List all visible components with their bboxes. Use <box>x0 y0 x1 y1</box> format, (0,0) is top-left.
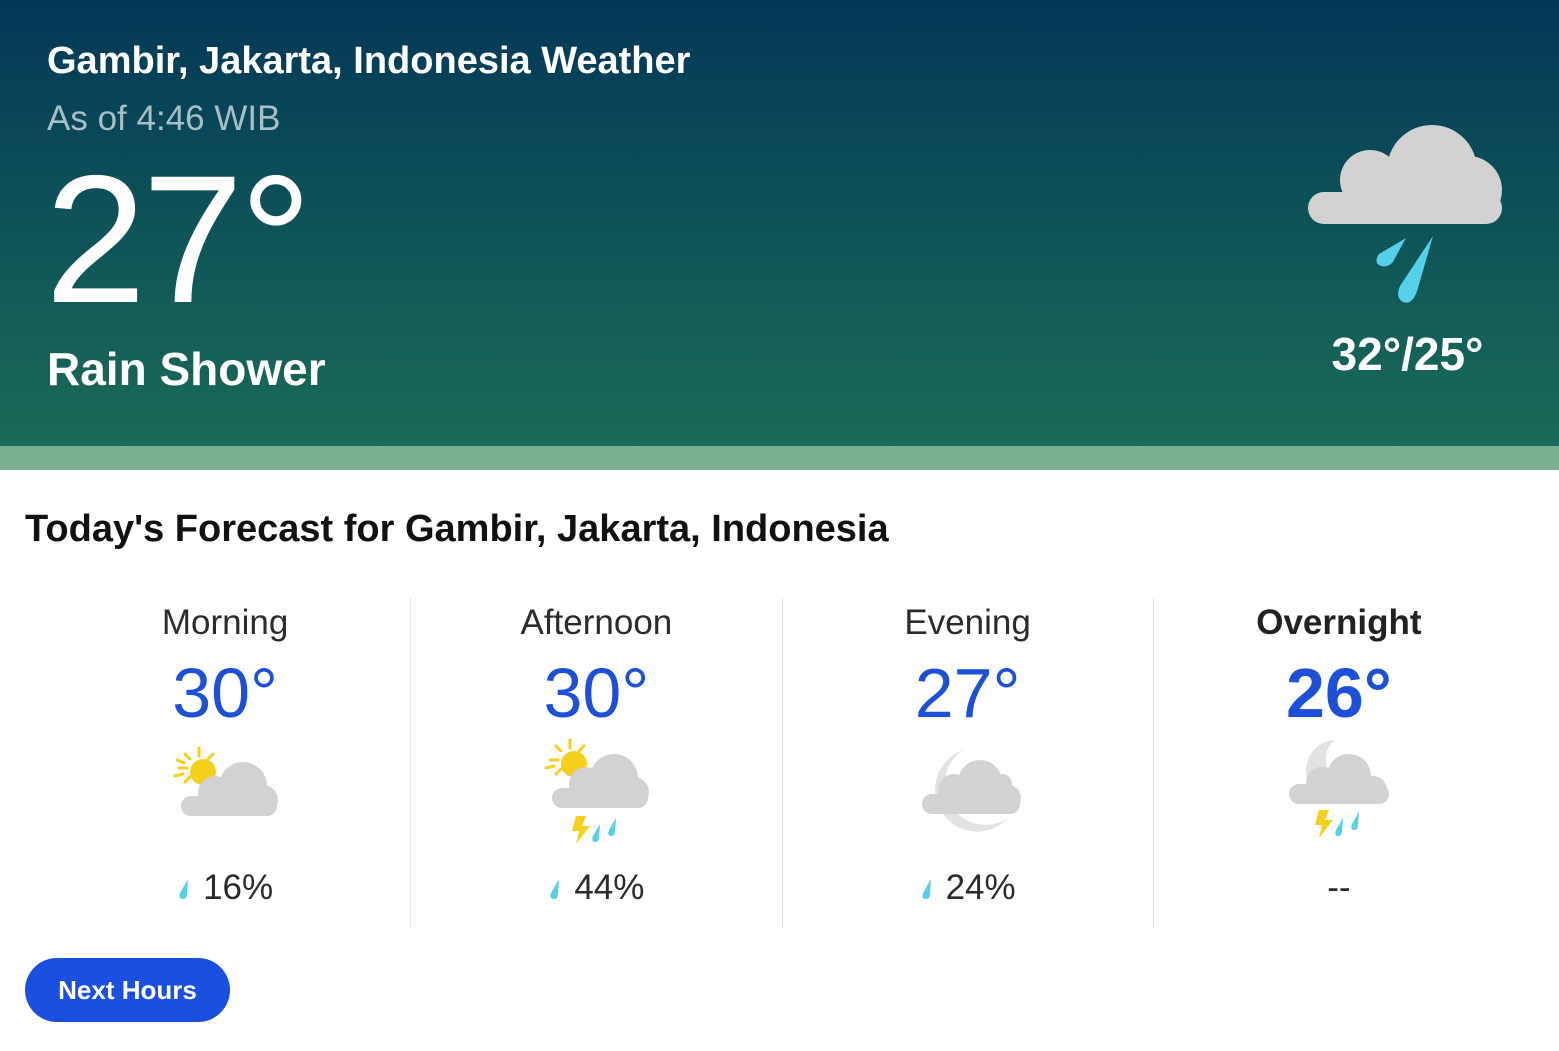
period-temperature: 26° <box>1285 654 1392 732</box>
forecast-title: Today's Forecast for Gambir, Jakarta, In… <box>25 508 889 550</box>
rain-shower-icon <box>1308 125 1502 303</box>
raindrop-icon <box>179 879 189 899</box>
period-label: Afternoon <box>520 603 673 642</box>
precip-chance: 44% <box>411 868 781 908</box>
forecast-periods: Morning 30° 16% Afternoon 30° 44% Evenin… <box>40 598 1524 928</box>
period-label: Overnight <box>1256 603 1422 642</box>
current-temperature: 27° <box>45 137 312 341</box>
precip-value: 24% <box>945 868 1016 907</box>
period-temperature: 30° <box>172 654 279 732</box>
period-label: Evening <box>904 603 1031 642</box>
sun-thunderstorm-icon <box>544 738 650 844</box>
partly-sunny-icon <box>173 746 279 816</box>
precip-chance: -- <box>1154 868 1524 908</box>
period-label: Morning <box>161 603 289 642</box>
period-temperature: 30° <box>543 654 650 732</box>
precip-value: 44% <box>574 868 645 907</box>
forecast-period-morning[interactable]: Morning 30° 16% <box>40 598 410 928</box>
forecast-period-overnight[interactable]: Overnight 26° -- <box>1152 598 1524 928</box>
forecast-period-afternoon[interactable]: Afternoon 30° 44% <box>410 598 781 928</box>
location-title: Gambir, Jakarta, Indonesia Weather <box>47 40 691 82</box>
night-thunderstorm-icon <box>1288 740 1389 838</box>
hero-divider-strip <box>0 446 1559 470</box>
high-low-temperature: 32°/25° <box>1331 328 1484 380</box>
precip-chance: 16% <box>40 868 410 908</box>
next-hours-button[interactable]: Next Hours <box>25 958 230 1022</box>
as-of-timestamp: As of 4:46 WIB <box>47 99 281 138</box>
raindrop-icon <box>550 879 560 899</box>
weather-phrase: Rain Shower <box>47 343 326 395</box>
precip-value: 16% <box>203 868 274 907</box>
precip-value: -- <box>1327 868 1351 907</box>
precip-chance: 24% <box>783 868 1153 908</box>
partly-cloudy-night-icon <box>921 750 1021 832</box>
period-temperature: 27° <box>914 654 1021 732</box>
forecast-period-evening[interactable]: Evening 27° 24% <box>781 598 1153 928</box>
current-conditions-panel: Gambir, Jakarta, Indonesia Weather As of… <box>0 0 1559 446</box>
raindrop-icon <box>922 879 931 899</box>
